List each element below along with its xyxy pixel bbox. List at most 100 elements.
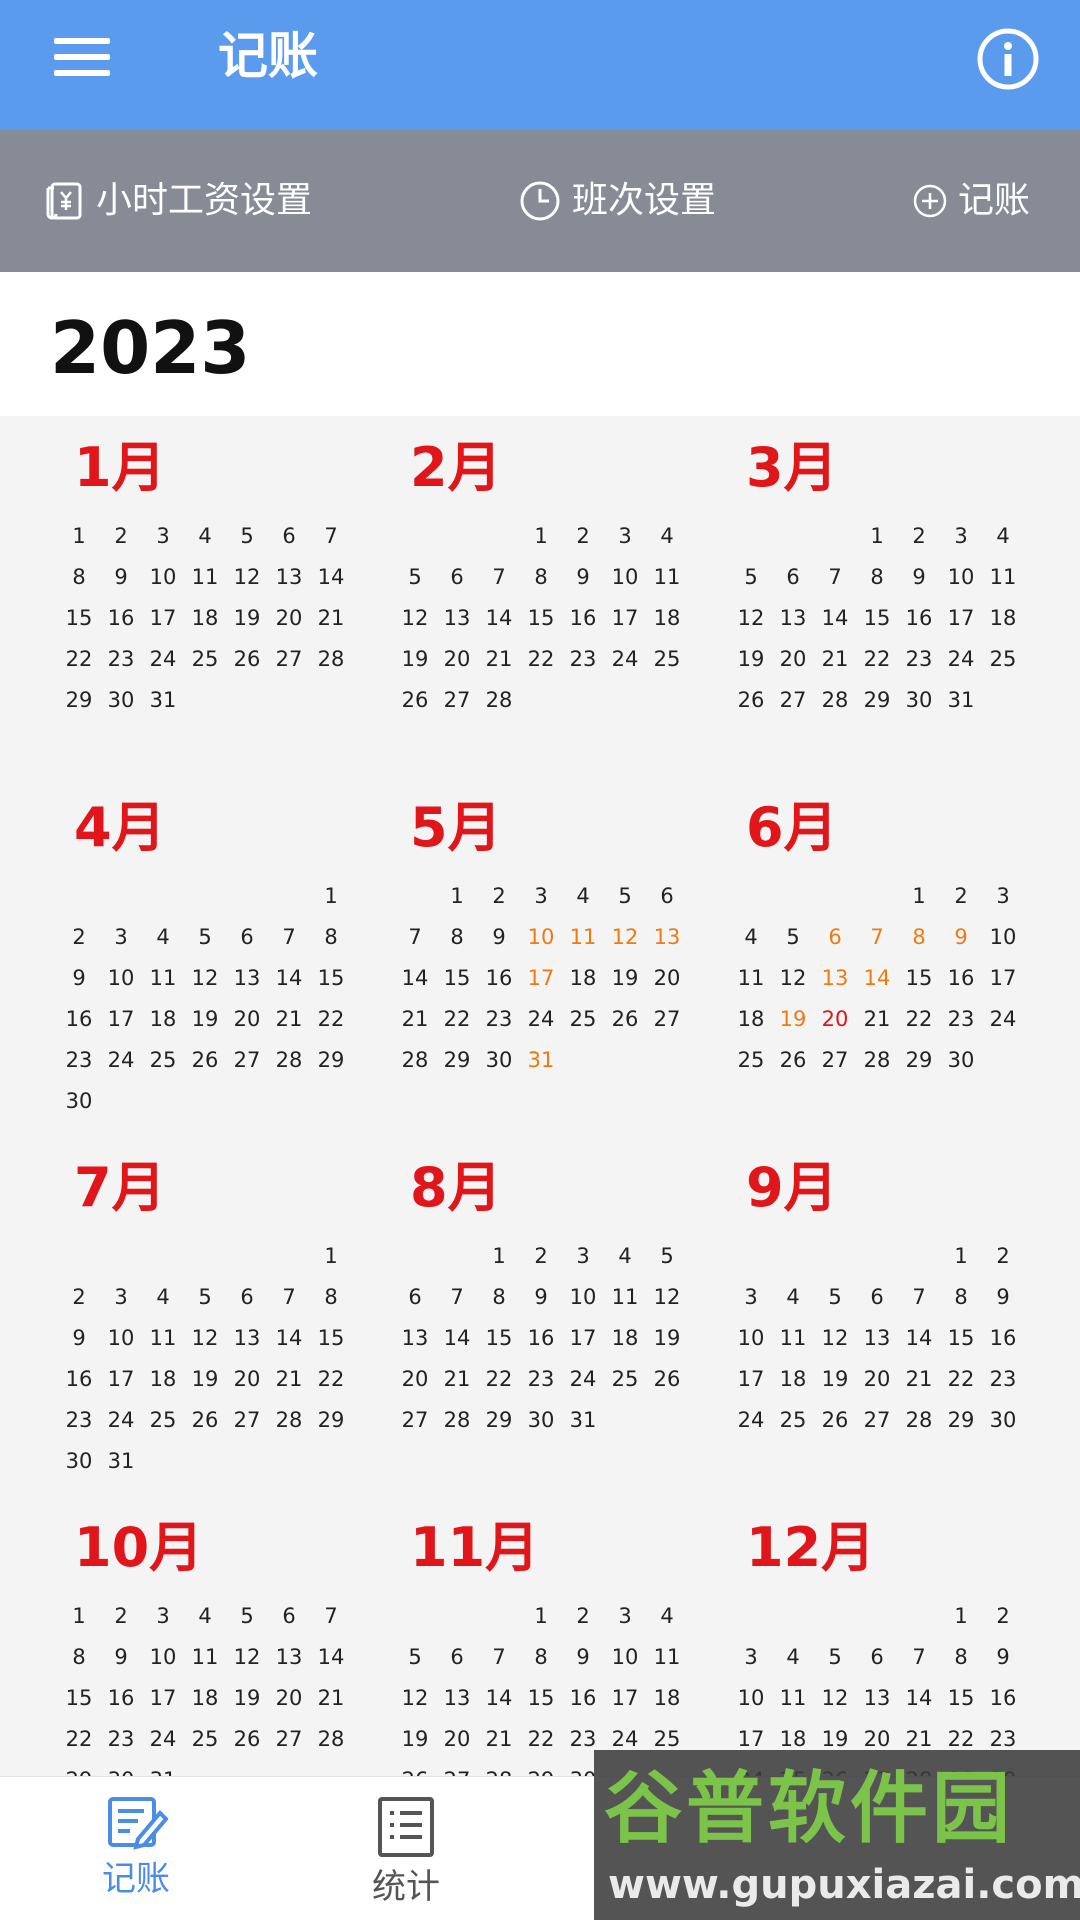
day-cell[interactable]: 1 <box>436 876 478 917</box>
day-cell[interactable]: 21 <box>310 1678 352 1719</box>
day-cell[interactable]: 7 <box>394 917 436 958</box>
day-cell[interactable]: 20 <box>646 958 688 999</box>
day-cell[interactable]: 10 <box>940 557 982 598</box>
day-cell[interactable]: 14 <box>898 1318 940 1359</box>
day-cell[interactable]: 31 <box>142 680 184 721</box>
day-cell[interactable]: 15 <box>58 1678 100 1719</box>
day-cell[interactable]: 30 <box>100 1760 142 1776</box>
day-cell[interactable]: 9 <box>58 958 100 999</box>
day-cell[interactable]: 25 <box>562 999 604 1040</box>
day-cell[interactable]: 24 <box>562 1359 604 1400</box>
day-cell[interactable]: 21 <box>814 639 856 680</box>
day-cell[interactable]: 16 <box>100 598 142 639</box>
day-cell[interactable]: 20 <box>814 999 856 1040</box>
day-cell[interactable]: 11 <box>184 1637 226 1678</box>
day-cell[interactable]: 4 <box>562 876 604 917</box>
day-cell[interactable]: 23 <box>100 1719 142 1760</box>
day-cell[interactable]: 13 <box>772 598 814 639</box>
day-cell[interactable]: 15 <box>436 958 478 999</box>
day-cell[interactable]: 16 <box>100 1678 142 1719</box>
day-cell[interactable]: 3 <box>142 516 184 557</box>
day-cell[interactable]: 7 <box>478 1637 520 1678</box>
day-cell[interactable]: 20 <box>856 1359 898 1400</box>
day-cell[interactable]: 11 <box>772 1318 814 1359</box>
day-cell[interactable]: 21 <box>898 1359 940 1400</box>
day-cell[interactable]: 30 <box>100 680 142 721</box>
day-cell[interactable]: 26 <box>184 1400 226 1441</box>
day-cell[interactable]: 27 <box>856 1400 898 1441</box>
day-cell[interactable]: 8 <box>898 917 940 958</box>
day-cell[interactable]: 2 <box>520 1236 562 1277</box>
day-cell[interactable]: 10 <box>730 1678 772 1719</box>
day-cell[interactable]: 6 <box>268 1596 310 1637</box>
day-cell[interactable]: 9 <box>940 917 982 958</box>
day-cell[interactable]: 25 <box>184 639 226 680</box>
day-cell[interactable]: 16 <box>58 1359 100 1400</box>
day-cell[interactable]: 7 <box>310 516 352 557</box>
day-cell[interactable]: 12 <box>646 1277 688 1318</box>
day-cell[interactable]: 4 <box>184 516 226 557</box>
day-cell[interactable]: 22 <box>940 1359 982 1400</box>
day-cell[interactable]: 28 <box>268 1040 310 1081</box>
day-cell[interactable]: 7 <box>814 557 856 598</box>
day-cell[interactable]: 29 <box>478 1400 520 1441</box>
day-cell[interactable]: 3 <box>604 1596 646 1637</box>
day-cell[interactable]: 2 <box>562 516 604 557</box>
day-cell[interactable]: 18 <box>604 1318 646 1359</box>
day-cell[interactable]: 31 <box>100 1441 142 1482</box>
day-cell[interactable]: 3 <box>100 917 142 958</box>
day-cell[interactable]: 3 <box>730 1637 772 1678</box>
day-cell[interactable]: 30 <box>58 1081 100 1122</box>
info-icon[interactable] <box>975 26 1041 92</box>
day-cell[interactable]: 2 <box>58 1277 100 1318</box>
day-cell[interactable]: 8 <box>478 1277 520 1318</box>
day-cell[interactable]: 2 <box>982 1596 1024 1637</box>
day-cell[interactable]: 27 <box>268 639 310 680</box>
day-cell[interactable]: 25 <box>772 1400 814 1441</box>
day-cell[interactable]: 29 <box>520 1760 562 1776</box>
day-cell[interactable]: 15 <box>520 1678 562 1719</box>
day-cell[interactable]: 17 <box>100 999 142 1040</box>
day-cell[interactable]: 5 <box>394 1637 436 1678</box>
day-cell[interactable]: 19 <box>394 639 436 680</box>
day-cell[interactable]: 31 <box>940 680 982 721</box>
day-cell[interactable]: 11 <box>730 958 772 999</box>
day-cell[interactable]: 17 <box>562 1318 604 1359</box>
day-cell[interactable]: 24 <box>100 1040 142 1081</box>
day-cell[interactable]: 23 <box>898 639 940 680</box>
day-cell[interactable]: 15 <box>520 598 562 639</box>
day-cell[interactable]: 19 <box>184 1359 226 1400</box>
day-cell[interactable]: 6 <box>772 557 814 598</box>
day-cell[interactable]: 8 <box>310 917 352 958</box>
day-cell[interactable]: 10 <box>982 917 1024 958</box>
day-cell[interactable]: 5 <box>646 1236 688 1277</box>
day-cell[interactable]: 13 <box>856 1678 898 1719</box>
day-cell[interactable]: 3 <box>562 1236 604 1277</box>
day-cell[interactable]: 14 <box>394 958 436 999</box>
day-cell[interactable]: 12 <box>394 1678 436 1719</box>
day-cell[interactable]: 2 <box>478 876 520 917</box>
day-cell[interactable]: 18 <box>184 1678 226 1719</box>
day-cell[interactable]: 28 <box>814 680 856 721</box>
day-cell[interactable]: 29 <box>310 1040 352 1081</box>
day-cell[interactable]: 6 <box>856 1277 898 1318</box>
day-cell[interactable]: 8 <box>940 1637 982 1678</box>
day-cell[interactable]: 8 <box>856 557 898 598</box>
day-cell[interactable]: 9 <box>562 1637 604 1678</box>
day-cell[interactable]: 15 <box>310 1318 352 1359</box>
day-cell[interactable]: 9 <box>100 1637 142 1678</box>
day-cell[interactable]: 7 <box>310 1596 352 1637</box>
day-cell[interactable]: 29 <box>58 680 100 721</box>
day-cell[interactable]: 7 <box>898 1637 940 1678</box>
day-cell[interactable]: 23 <box>58 1040 100 1081</box>
day-cell[interactable]: 10 <box>730 1318 772 1359</box>
day-cell[interactable]: 20 <box>436 639 478 680</box>
day-cell[interactable]: 10 <box>142 1637 184 1678</box>
day-cell[interactable]: 27 <box>814 1040 856 1081</box>
day-cell[interactable]: 21 <box>436 1359 478 1400</box>
day-cell[interactable]: 4 <box>772 1637 814 1678</box>
day-cell[interactable]: 11 <box>646 1637 688 1678</box>
day-cell[interactable]: 10 <box>604 1637 646 1678</box>
day-cell[interactable]: 21 <box>478 639 520 680</box>
day-cell[interactable]: 12 <box>814 1678 856 1719</box>
